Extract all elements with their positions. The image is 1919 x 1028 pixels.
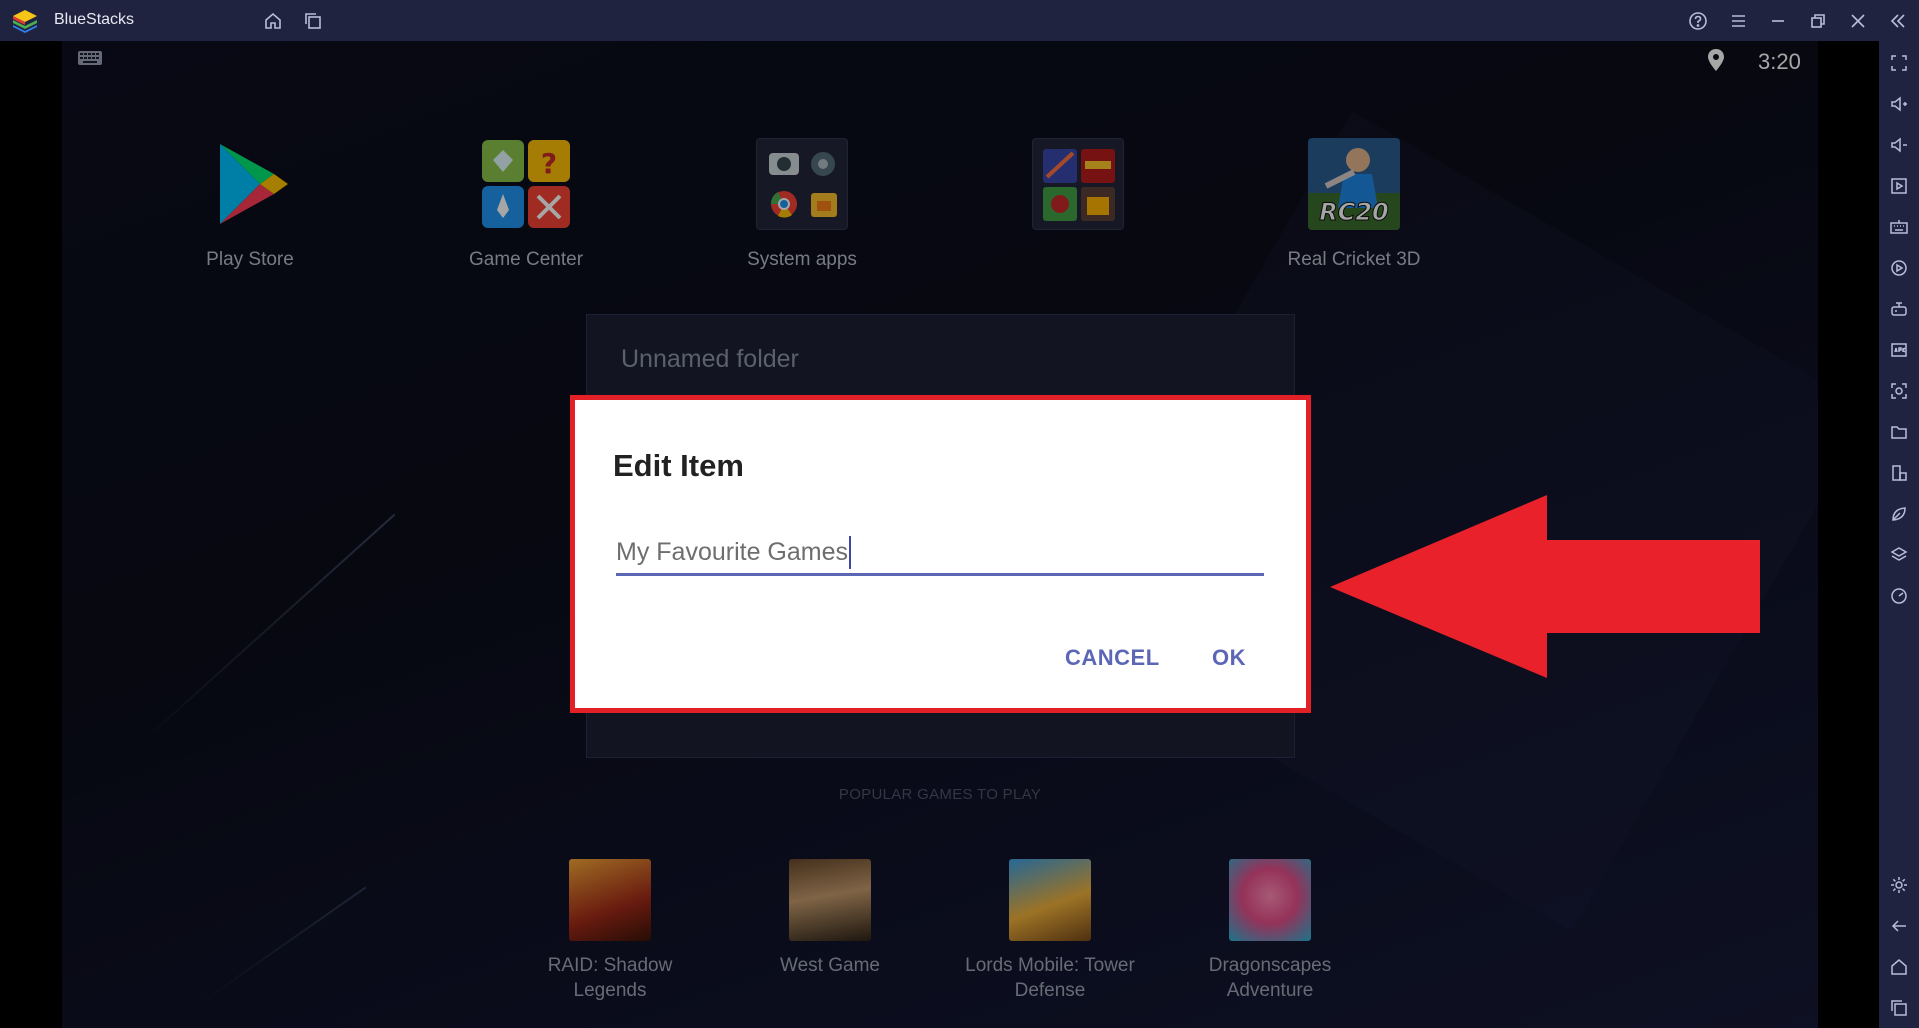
collapse-sidebar-icon[interactable] — [1886, 9, 1910, 33]
restore-icon[interactable] — [1806, 9, 1830, 33]
game-controls-icon[interactable] — [1887, 297, 1911, 321]
macro-icon[interactable] — [1887, 256, 1911, 280]
item-name-value: My Favourite Games — [616, 538, 849, 566]
keyboard-controls-icon[interactable] — [1887, 215, 1911, 239]
dialog-title: Edit Item — [613, 448, 744, 483]
volume-up-icon[interactable] — [1887, 92, 1911, 116]
item-name-input[interactable]: My Favourite Games — [616, 532, 1264, 576]
layers-icon[interactable] — [1887, 543, 1911, 567]
minimize-icon[interactable] — [1766, 9, 1790, 33]
folder-icon[interactable] — [1887, 420, 1911, 444]
app-title: BlueStacks — [54, 11, 135, 28]
red-arrow-annotation — [1330, 495, 1762, 678]
multi-instance-icon[interactable] — [301, 9, 325, 33]
recent-apps-icon[interactable] — [1887, 996, 1911, 1020]
bluestacks-logo-icon — [12, 8, 38, 34]
home-icon[interactable] — [261, 9, 285, 33]
help-icon[interactable] — [1686, 9, 1710, 33]
ok-button[interactable]: OK — [1212, 645, 1246, 671]
volume-down-icon[interactable] — [1887, 133, 1911, 157]
media-icon[interactable] — [1887, 174, 1911, 198]
fullscreen-icon[interactable] — [1887, 51, 1911, 75]
edit-item-dialog: Edit Item My Favourite Games CANCEL OK — [570, 395, 1311, 713]
right-sidebar — [1879, 41, 1919, 1028]
cancel-button[interactable]: CANCEL — [1065, 645, 1160, 671]
multi-instance-icon[interactable] — [1887, 461, 1911, 485]
apk-install-icon[interactable] — [1887, 338, 1911, 362]
settings-icon[interactable] — [1887, 873, 1911, 897]
close-icon[interactable] — [1846, 9, 1870, 33]
menu-icon[interactable] — [1726, 9, 1750, 33]
performance-icon[interactable] — [1887, 584, 1911, 608]
screenshot-icon[interactable] — [1887, 379, 1911, 403]
home-icon[interactable] — [1887, 955, 1911, 979]
back-icon[interactable] — [1887, 914, 1911, 938]
text-cursor — [849, 536, 852, 569]
eco-mode-icon[interactable] — [1887, 502, 1911, 526]
title-bar: BlueStacks — [0, 0, 1919, 41]
